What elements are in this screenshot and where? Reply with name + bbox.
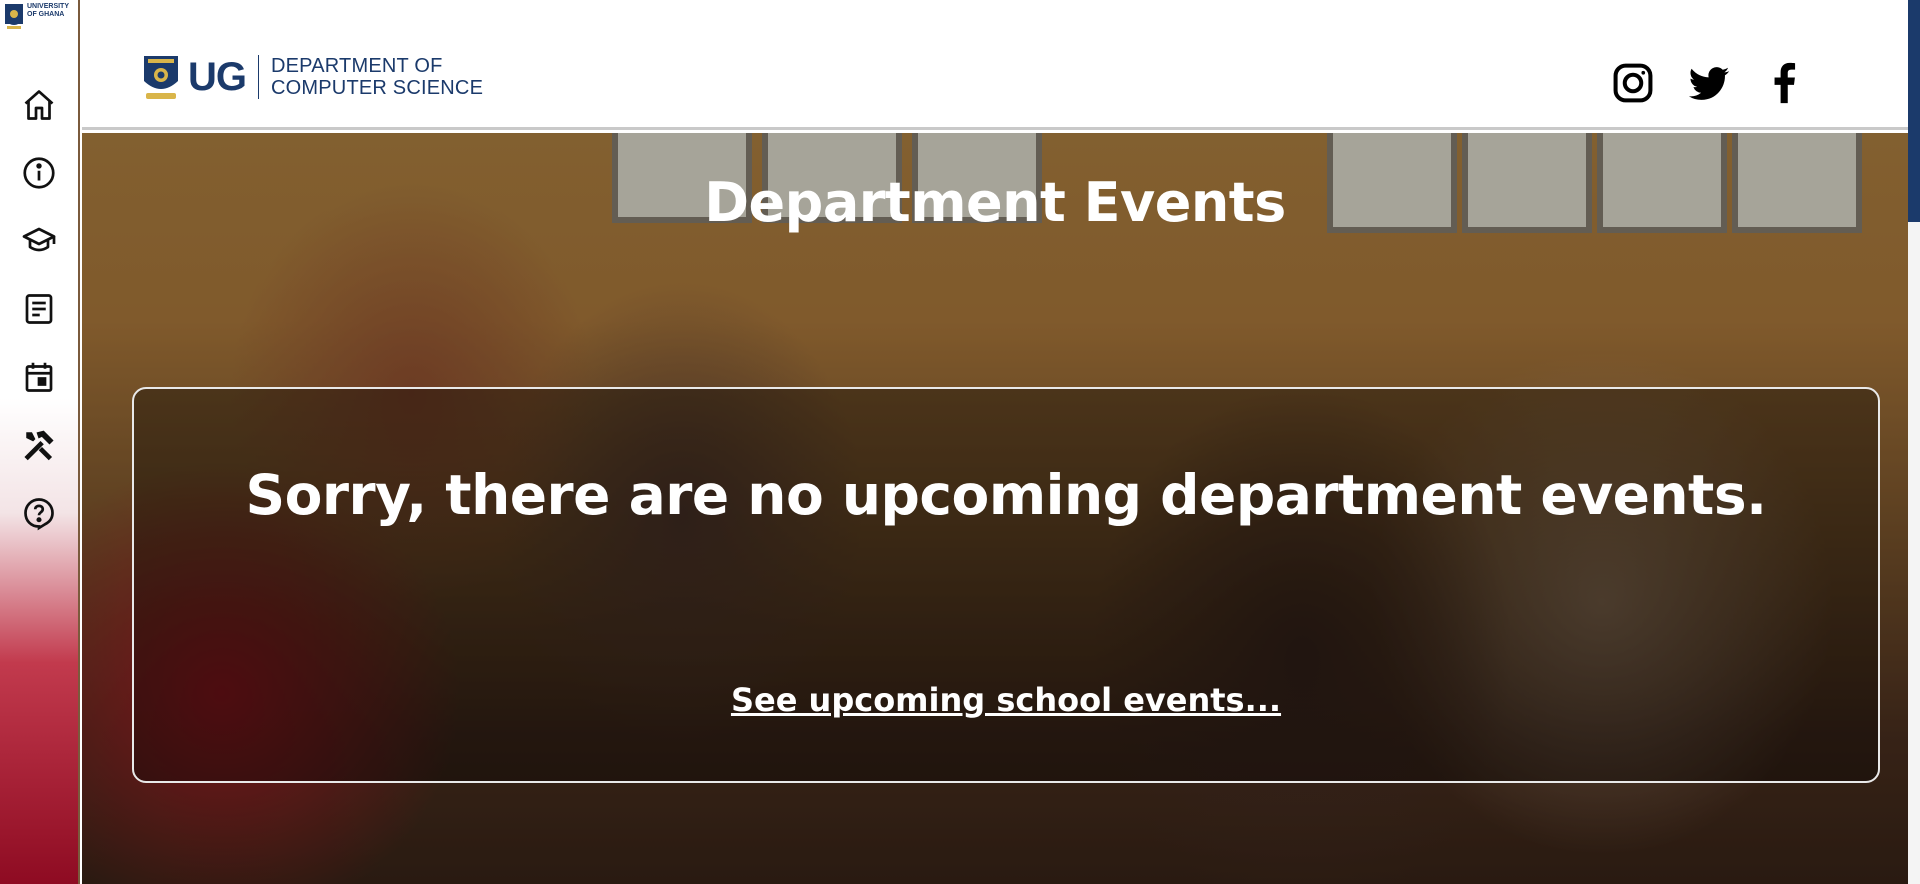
sidebar-item-help[interactable] — [20, 494, 58, 532]
brand-dept-line2: COMPUTER SCIENCE — [271, 77, 484, 99]
instagram-link[interactable] — [1610, 60, 1656, 106]
sidebar: UNIVERSITY OF GHANA — [0, 0, 80, 884]
sidebar-item-about[interactable] — [20, 154, 58, 192]
page-scrollbar[interactable] — [1908, 0, 1920, 884]
article-icon — [25, 294, 53, 324]
page-title: Department Events — [704, 171, 1286, 234]
info-icon — [23, 157, 55, 189]
crest-icon — [5, 4, 23, 29]
facebook-link[interactable] — [1762, 60, 1808, 106]
home-icon — [24, 90, 54, 120]
events-panel: Sorry, there are no upcoming department … — [132, 387, 1880, 783]
sidebar-item-resources[interactable] — [20, 426, 58, 464]
crest-icon — [144, 56, 178, 99]
facebook-icon — [1774, 62, 1796, 104]
logo-text-line2: OF GHANA — [27, 11, 65, 18]
instagram-icon — [1613, 63, 1653, 103]
university-logo[interactable]: UNIVERSITY OF GHANA — [4, 2, 74, 34]
brand-divider — [258, 55, 259, 99]
sidebar-item-news[interactable] — [20, 290, 58, 328]
sidebar-item-academics[interactable] — [20, 222, 58, 260]
twitter-icon — [1688, 67, 1730, 100]
department-logo[interactable]: UG DEPARTMENT OF COMPUTER SCIENCE — [142, 52, 483, 102]
logo-text-line1: UNIVERSITY — [27, 3, 70, 10]
social-links — [1610, 60, 1808, 106]
sidebar-item-home[interactable] — [20, 86, 58, 124]
calendar-icon — [25, 362, 53, 392]
events-hero: Department Events Sorry, there are no up… — [82, 133, 1908, 884]
twitter-link[interactable] — [1686, 60, 1732, 106]
tools-icon — [24, 430, 54, 461]
school-events-link[interactable]: See upcoming school events... — [134, 681, 1878, 719]
brand-dept-line1: DEPARTMENT OF — [271, 55, 443, 77]
empty-state-message: Sorry, there are no upcoming department … — [245, 463, 1767, 527]
graduation-cap-icon — [22, 227, 56, 252]
site-header: UG DEPARTMENT OF COMPUTER SCIENCE — [82, 0, 1908, 130]
brand-short: UG — [188, 55, 247, 99]
scrollbar-thumb[interactable] — [1908, 0, 1920, 222]
help-icon — [24, 498, 54, 531]
sidebar-item-events[interactable] — [20, 358, 58, 396]
